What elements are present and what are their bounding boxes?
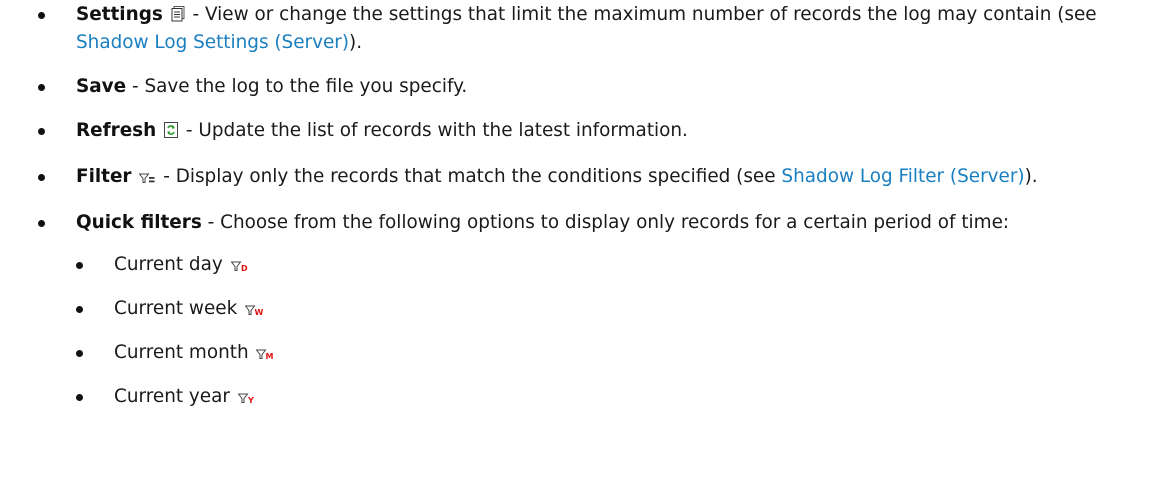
list-item-quick-filters: Quick filters - Choose from the followin… <box>38 210 1166 412</box>
filter-year-icon: Y <box>237 386 256 412</box>
item-title: Quick filters <box>76 212 202 233</box>
filter-month-icon: M <box>255 342 274 368</box>
item-text: - Choose from the following options to d… <box>201 212 1010 233</box>
list-item-filter: Filter - Display only the records that m… <box>38 164 1166 192</box>
filter-day-icon: D <box>230 254 249 280</box>
refresh-icon <box>164 120 179 146</box>
quick-filter-label: Current week <box>114 298 238 319</box>
list-item-settings: Settings - View or change the settings t… <box>38 2 1166 56</box>
item-text-end: ). <box>1024 166 1038 187</box>
svg-text:Y: Y <box>247 396 254 404</box>
item-text: - Save the log to the file you specify. <box>126 76 468 97</box>
item-text: - Update the list of records with the la… <box>180 120 688 141</box>
item-text-end: ). <box>349 32 363 53</box>
quick-filter-day: Current day D <box>76 252 1166 280</box>
quick-filter-label: Current year <box>114 386 230 407</box>
svg-text:D: D <box>241 264 248 272</box>
quick-filter-week: Current week W <box>76 296 1166 324</box>
shadow-log-settings-link[interactable]: Shadow Log Settings (Server) <box>76 32 349 53</box>
list-item-refresh: Refresh - Update the list of records wit… <box>38 118 1166 146</box>
svg-text:W: W <box>255 308 264 316</box>
item-text: - View or change the settings that limit… <box>186 4 1097 25</box>
filter-icon <box>138 166 155 192</box>
quick-filter-year: Current year Y <box>76 384 1166 412</box>
quick-filter-month: Current month M <box>76 340 1166 368</box>
svg-text:M: M <box>266 352 274 360</box>
item-text: - Display only the records that match th… <box>157 166 782 187</box>
item-title: Settings <box>76 4 163 25</box>
list-item-save: Save - Save the log to the file you spec… <box>38 74 1166 100</box>
quick-filter-label: Current day <box>114 254 223 275</box>
filter-week-icon: W <box>244 298 264 324</box>
settings-sheet-icon <box>171 4 185 30</box>
shadow-log-filter-link[interactable]: Shadow Log Filter (Server) <box>781 166 1024 187</box>
item-title: Refresh <box>76 120 157 141</box>
toolbar-help-list: Settings - View or change the settings t… <box>0 0 1168 412</box>
item-title: Filter <box>76 166 132 187</box>
quick-filter-label: Current month <box>114 342 249 363</box>
quick-filters-list: Current day D Current week W Current mon… <box>76 252 1166 412</box>
item-title: Save <box>76 76 127 97</box>
